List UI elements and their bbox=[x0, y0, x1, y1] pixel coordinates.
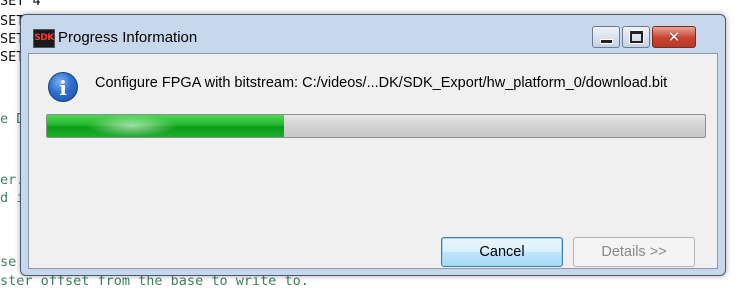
progress-bar bbox=[46, 114, 706, 138]
editor-line: SET 4 bbox=[0, 0, 41, 9]
maximize-icon bbox=[623, 27, 649, 47]
dialog-content: i Configure FPGA with bitstream: C:/vide… bbox=[28, 53, 718, 269]
title-bar[interactable]: SDK Progress Information ✕ bbox=[21, 15, 725, 51]
progress-bar-fill bbox=[47, 115, 284, 137]
minimize-button[interactable] bbox=[592, 26, 620, 48]
info-icon: i bbox=[48, 72, 78, 102]
close-icon: ✕ bbox=[667, 28, 681, 46]
progress-message: Configure FPGA with bitstream: C:/videos… bbox=[95, 75, 668, 91]
progress-dialog: SDK Progress Information ✕ i Configure F… bbox=[20, 14, 726, 276]
dialog-title: Progress Information bbox=[58, 29, 198, 46]
minimize-icon bbox=[593, 27, 619, 47]
sdk-app-icon: SDK bbox=[33, 29, 55, 48]
close-button[interactable]: ✕ bbox=[652, 26, 696, 48]
cancel-button[interactable]: Cancel bbox=[441, 237, 563, 267]
editor-line: se bbox=[0, 254, 17, 270]
maximize-button[interactable] bbox=[622, 26, 650, 48]
details-button[interactable]: Details >> bbox=[573, 237, 695, 267]
